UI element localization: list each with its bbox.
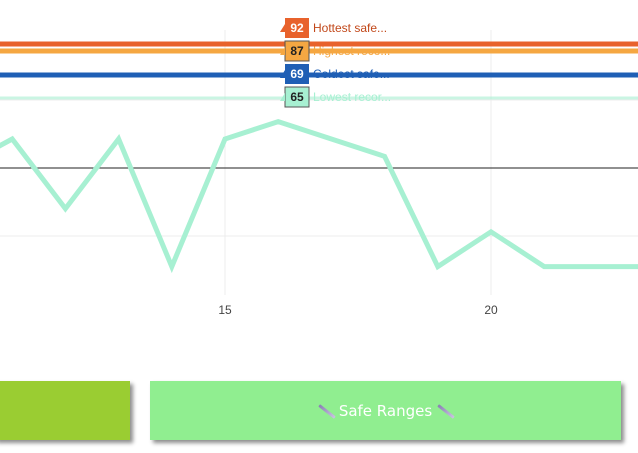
reference-value: 65 [290, 90, 304, 104]
reference-value: 69 [290, 67, 304, 81]
reference-label: 87 Highest reco... [280, 40, 390, 62]
safe-ranges-button[interactable]: Safe Ranges [150, 381, 621, 440]
reference-name: Hottest safe... [313, 21, 387, 35]
safe-ranges-label: Safe Ranges [338, 401, 433, 420]
reference-name: Coldest safe... [313, 67, 390, 81]
reference-name: Lowest recor... [313, 90, 391, 104]
temperature-chart: 15 20 92 Hottest safe...87 Highest reco...6… [0, 18, 638, 317]
pencil-icon [434, 403, 456, 419]
reference-value: 92 [290, 21, 304, 35]
series-line [0, 118, 638, 274]
reference-label: 65 Lowest recor... [280, 86, 391, 108]
reference-value: 87 [290, 44, 304, 58]
series-group [0, 118, 638, 274]
pencil-icon [315, 403, 337, 419]
reference-label: 69 Coldest safe... [280, 64, 390, 84]
app-stage: 15 20 92 Hottest safe... 87 Highest reco... 6… [0, 0, 638, 453]
x-tick-label: 15 [218, 303, 232, 317]
left-action-button[interactable] [0, 381, 130, 440]
x-tick-label: 20 [484, 303, 498, 317]
reference-pointer [280, 24, 285, 32]
reference-name: Highest reco... [313, 44, 390, 58]
reference-labels: 92 Hottest safe... 87 Highest reco... 69 Cold… [280, 18, 391, 108]
x-axis-ticks: 15 20 [218, 303, 498, 317]
reference-label: 92 Hottest safe... [280, 18, 387, 38]
